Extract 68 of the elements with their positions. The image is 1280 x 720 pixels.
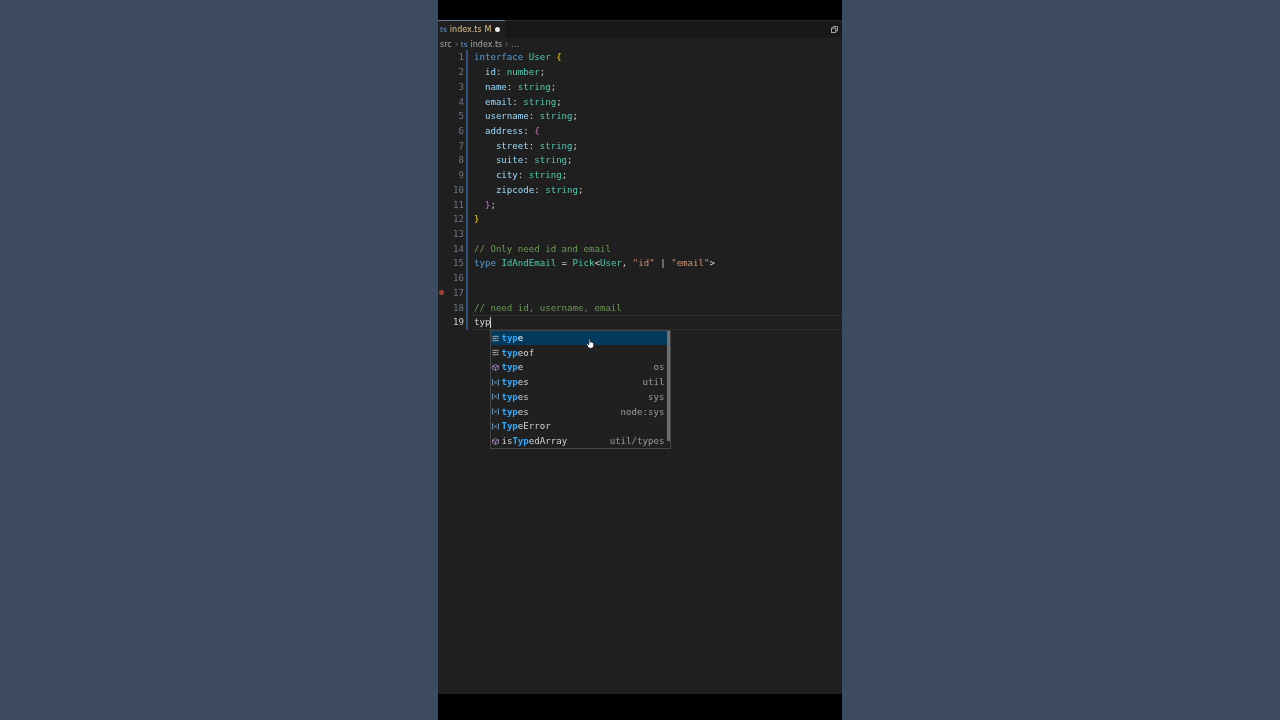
variable-icon [492, 393, 500, 401]
cube-icon [492, 363, 500, 371]
unsaved-dot-icon[interactable] [494, 27, 500, 32]
suggestion-detail: util/types [609, 436, 665, 447]
breadcrumb-item[interactable]: … [511, 39, 520, 49]
line-number: 11 [452, 199, 464, 210]
line-number: 10 [452, 184, 464, 195]
line-number: 12 [452, 214, 464, 225]
line-number: 14 [452, 243, 464, 254]
variable-icon [492, 422, 500, 430]
breadcrumb-item[interactable]: src [440, 39, 452, 49]
code-line: } [474, 214, 480, 225]
suggestion-item[interactable]: typeof [491, 345, 668, 361]
suggestion-item[interactable]: TypeError [491, 419, 668, 434]
suggestion-detail: node:sys [620, 406, 665, 417]
code-line: }; [483, 199, 496, 210]
line-number: 5 [457, 111, 464, 122]
code-line: street: string; [494, 140, 579, 151]
line-number: 6 [457, 125, 464, 136]
code-line: id: number; [483, 67, 546, 78]
code-line: typ [474, 317, 491, 328]
code-line: interface User { [474, 52, 562, 63]
code-line: // Only need id and email [474, 243, 611, 254]
chevron-right-icon [505, 41, 509, 47]
suggestion-item[interactable]: isTypedArray util/types [491, 433, 668, 449]
code-line: city: string; [494, 170, 568, 181]
code-line: // need id, username, email [474, 302, 622, 313]
code-line: address: { [483, 125, 540, 136]
suggestion-detail: sys [648, 391, 665, 402]
scrollbar-thumb[interactable] [667, 330, 671, 441]
line-number: 7 [457, 140, 464, 151]
code-line: type IdAndEmail = Pick<User, "id" | "email"> [474, 258, 715, 269]
suggestion-item[interactable]: type os [491, 360, 668, 375]
line-number: 13 [452, 229, 464, 239]
code-line: username: string; [483, 111, 579, 122]
suggestion-item[interactable]: types node:sys [491, 404, 668, 419]
code-line: email: string; [483, 96, 562, 107]
line-number: 16 [452, 273, 464, 284]
keyword-icon [492, 349, 500, 357]
code-line: suite: string; [494, 155, 573, 166]
git-status-label: M [484, 25, 492, 34]
line-number: 1 [457, 52, 464, 63]
line-number: 9 [457, 170, 464, 181]
text-cursor [490, 316, 492, 328]
line-number: 17 [452, 287, 464, 298]
breakpoint-dot-icon[interactable] [439, 290, 444, 296]
keyword-icon [492, 334, 500, 342]
hand-pointer-icon [586, 337, 596, 349]
suggestion-detail: os [653, 362, 665, 373]
line-number: 8 [457, 155, 464, 166]
line-number: 4 [457, 96, 464, 107]
variable-icon [492, 408, 500, 416]
chevron-right-icon [454, 41, 458, 47]
suggestion-detail: util [642, 377, 665, 388]
suggestion-item[interactable]: types sys [491, 389, 668, 405]
line-number: 15 [452, 258, 464, 269]
code-line: zipcode: string; [494, 184, 584, 195]
line-number: 2 [457, 67, 464, 78]
suggestion-item[interactable]: types util [491, 374, 668, 390]
breadcrumb-item[interactable]: index.ts [470, 39, 503, 49]
code-line: name: string; [483, 81, 557, 92]
stacked-squares-icon[interactable] [831, 26, 838, 33]
suggestion-item[interactable]: type [491, 330, 668, 346]
line-number: 18 [452, 302, 464, 313]
cube-icon [492, 437, 500, 445]
line-number: 3 [457, 81, 464, 92]
variable-icon [492, 378, 500, 386]
line-number: 19 [452, 317, 464, 328]
